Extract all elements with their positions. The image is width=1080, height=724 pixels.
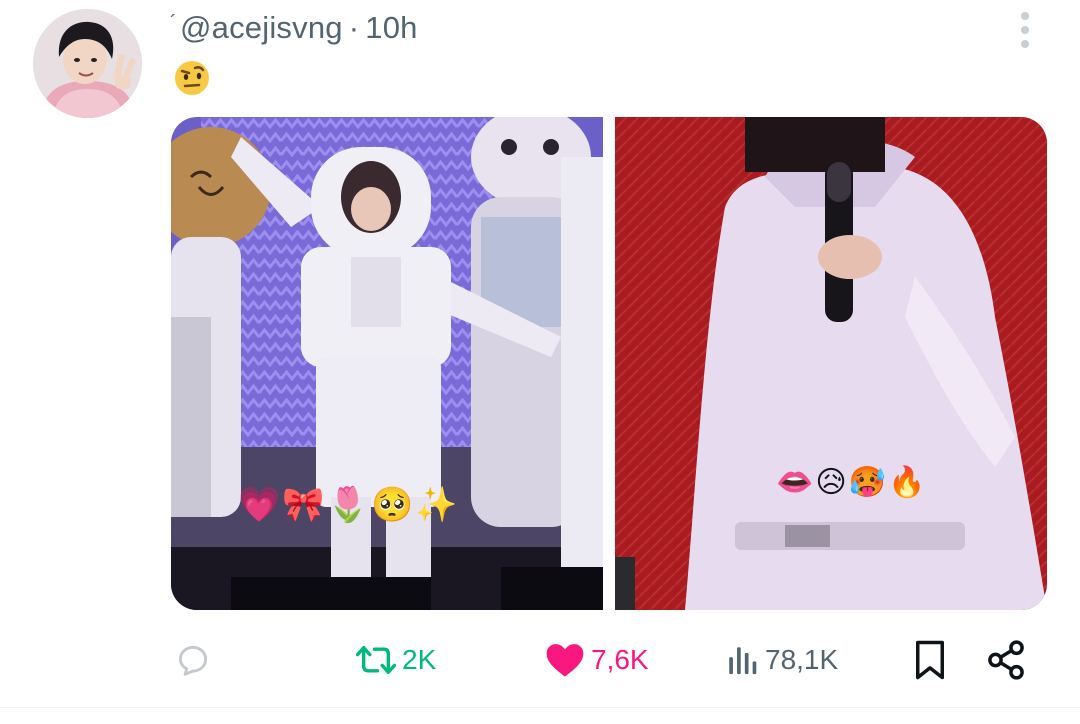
media-1-emoji-overlay: 💗🎀🌷🥺✨ [238, 486, 460, 524]
user-handle[interactable]: @acejisvng [180, 10, 343, 45]
tweet-header: @acejisvng · 10h [180, 10, 418, 46]
views-chart-icon [729, 647, 757, 675]
views-count: 78,1K [765, 644, 839, 675]
raised-eyebrow-emoji-icon [175, 61, 209, 95]
header-separator: · [348, 10, 360, 45]
reply-button[interactable] [174, 630, 212, 690]
like-count: 7,6K [591, 644, 649, 675]
performer-photo-image [615, 117, 1047, 610]
bookmark-button[interactable] [912, 630, 948, 690]
header-mark: ´ [170, 12, 177, 34]
more-options-icon[interactable] [1013, 12, 1037, 48]
share-button[interactable] [985, 630, 1027, 690]
stage-photo-image [171, 117, 603, 610]
avatar-image [33, 9, 142, 118]
views-button[interactable]: 78,1K [725, 630, 838, 690]
media-photo-2[interactable] [615, 117, 1047, 610]
tweet-time[interactable]: 10h [365, 10, 417, 45]
reply-icon [178, 645, 208, 676]
media-grid [171, 117, 1047, 610]
avatar[interactable] [33, 9, 142, 118]
tweet-text [172, 58, 212, 98]
retweet-icon [356, 646, 396, 674]
retweet-button[interactable]: 2K [356, 630, 436, 690]
share-icon [988, 640, 1024, 680]
divider [0, 707, 1080, 708]
media-2-emoji-overlay: 👄😥🥵🔥 [776, 466, 928, 499]
bookmark-icon [916, 640, 944, 680]
heart-icon [546, 644, 584, 677]
media-photo-1[interactable] [171, 117, 603, 610]
action-bar: 2K 7,6K 78,1K [0, 630, 1080, 690]
retweet-count: 2K [402, 644, 437, 675]
like-button[interactable]: 7,6K [545, 630, 649, 690]
